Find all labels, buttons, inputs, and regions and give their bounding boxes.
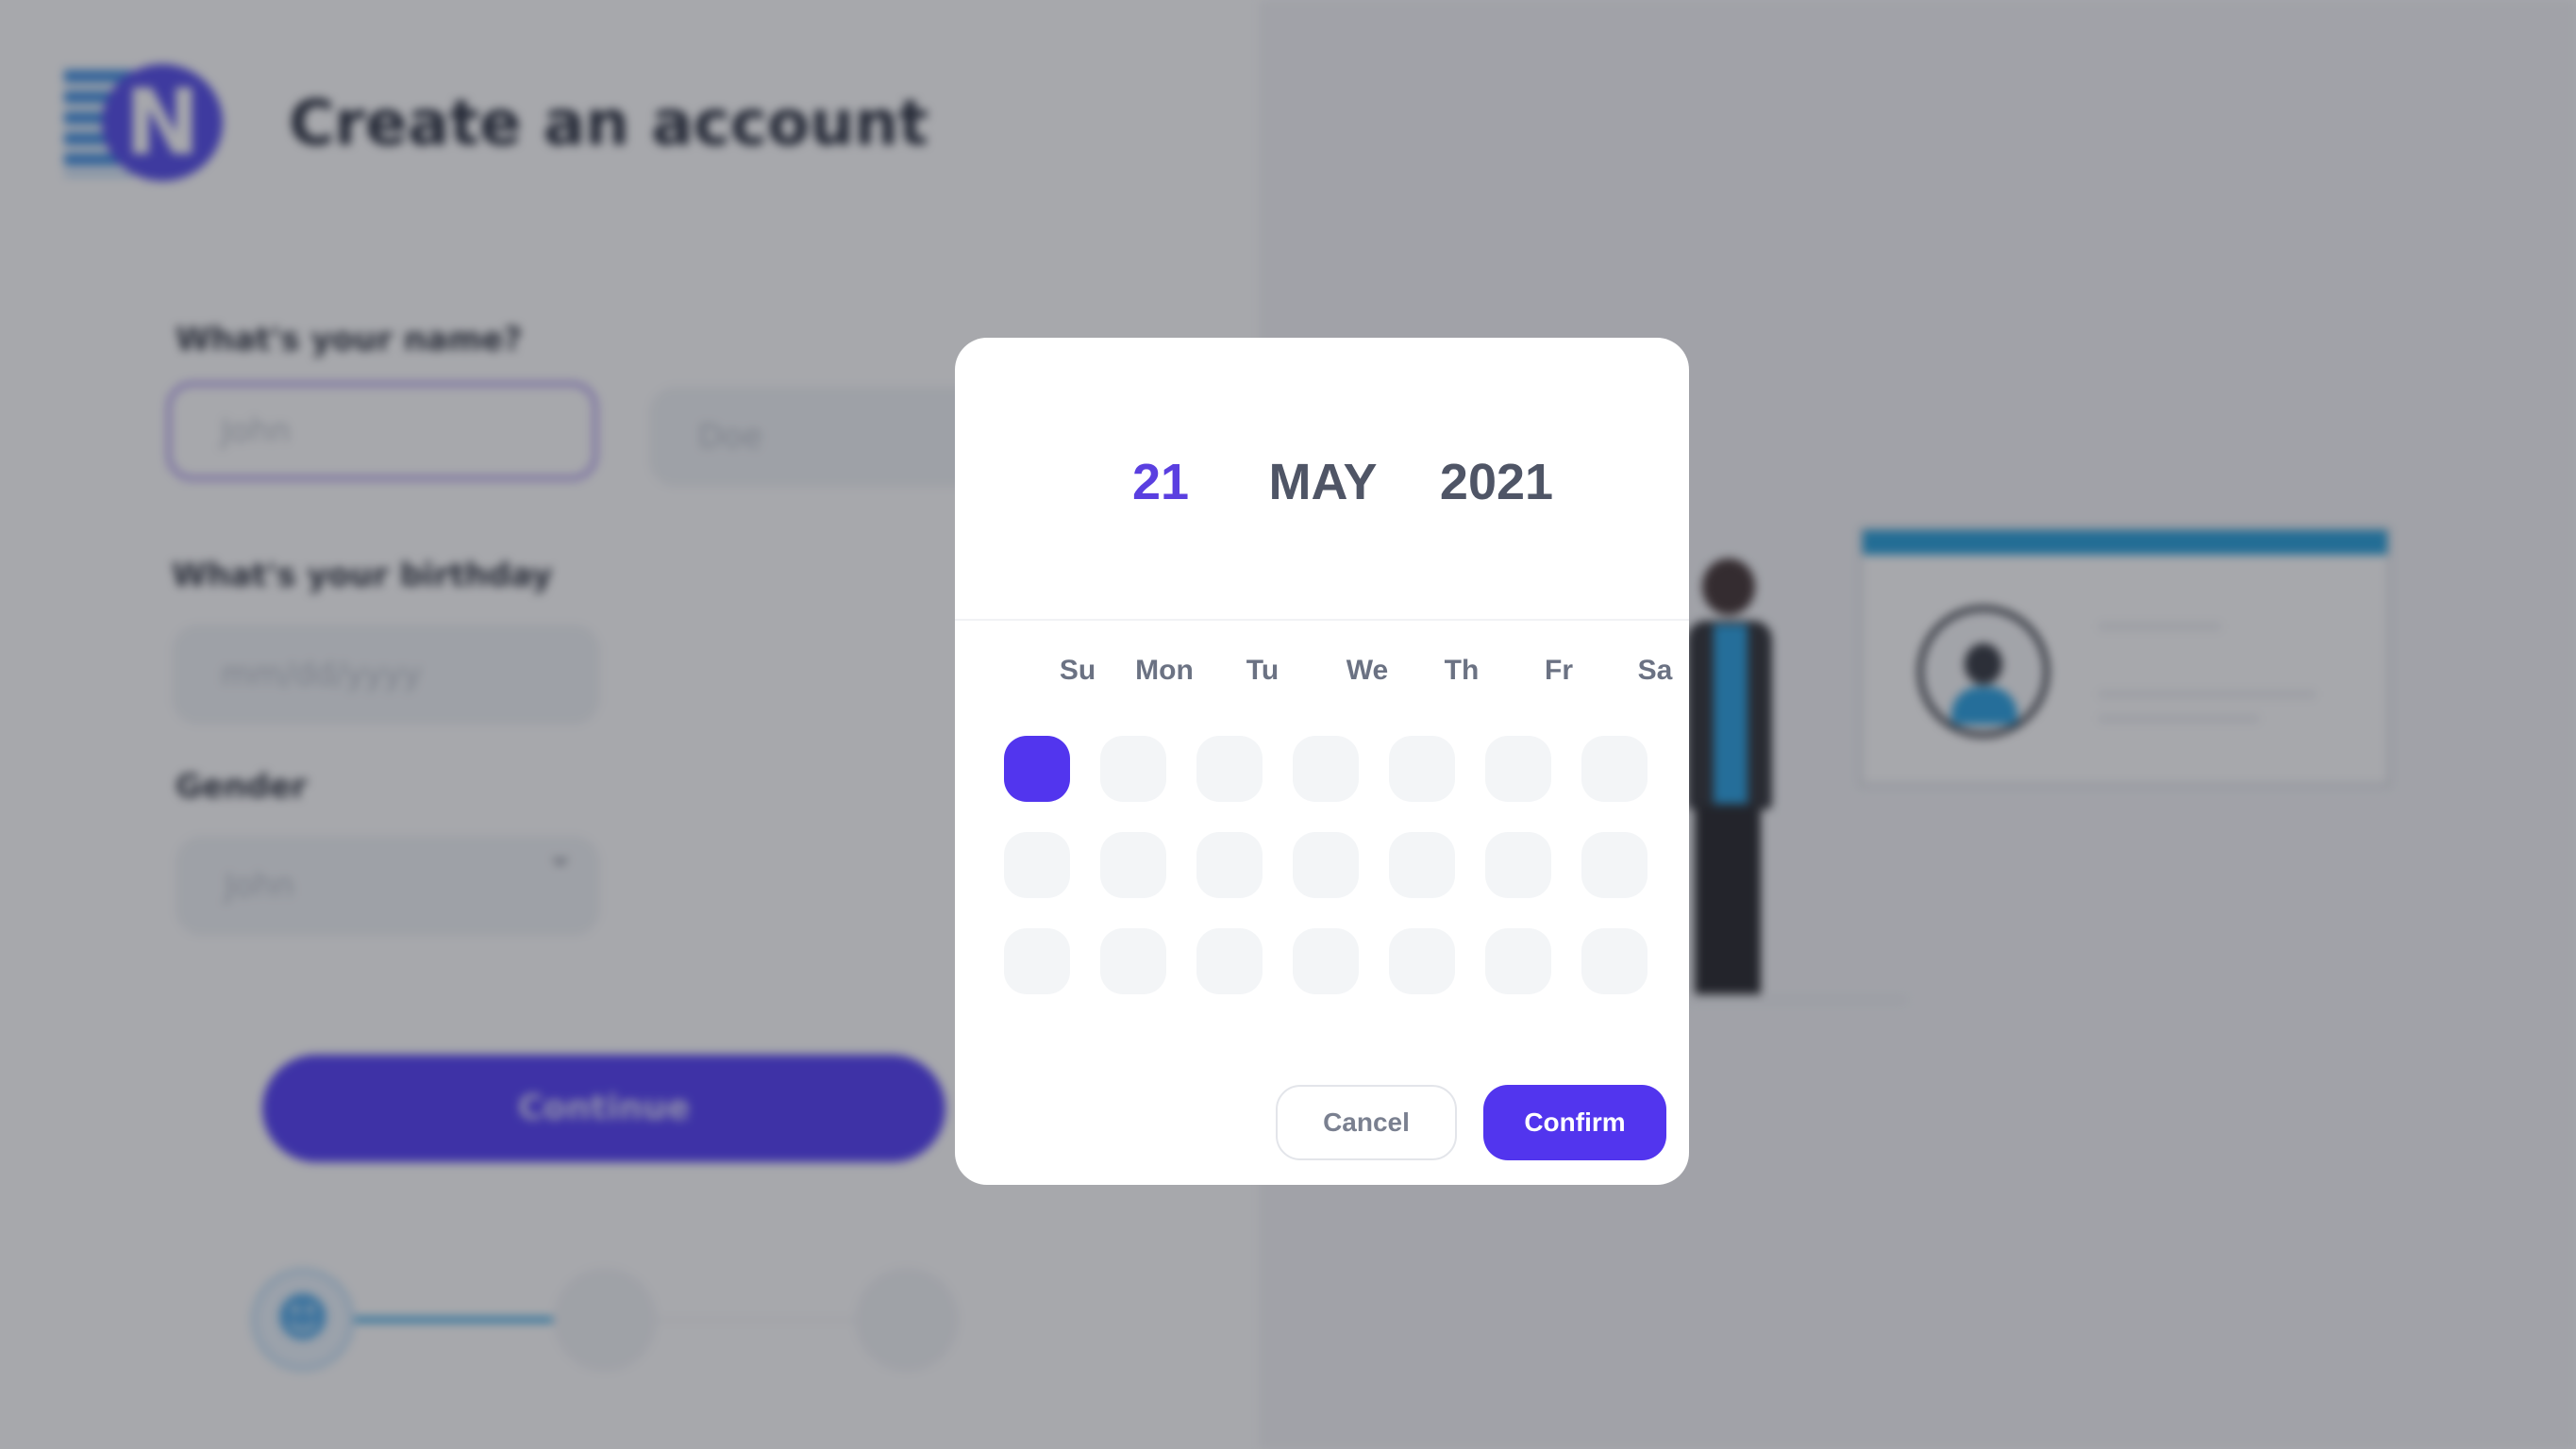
day-grid bbox=[955, 338, 1689, 1185]
day-cell[interactable] bbox=[1389, 928, 1455, 994]
day-cell[interactable] bbox=[1581, 736, 1648, 802]
day-cell[interactable] bbox=[1293, 736, 1359, 802]
day-cell[interactable] bbox=[1485, 928, 1551, 994]
day-cell[interactable] bbox=[1004, 832, 1070, 898]
day-cell[interactable] bbox=[1293, 928, 1359, 994]
day-cell[interactable] bbox=[1581, 832, 1648, 898]
day-cell[interactable] bbox=[1100, 832, 1166, 898]
day-cell[interactable] bbox=[1196, 928, 1263, 994]
day-cell[interactable] bbox=[1581, 928, 1648, 994]
day-cell[interactable] bbox=[1100, 736, 1166, 802]
day-cell[interactable] bbox=[1389, 832, 1455, 898]
day-cell[interactable] bbox=[1389, 736, 1455, 802]
day-cell-selected[interactable] bbox=[1004, 736, 1070, 802]
day-cell[interactable] bbox=[1485, 736, 1551, 802]
day-cell[interactable] bbox=[1196, 736, 1263, 802]
day-cell[interactable] bbox=[1004, 928, 1070, 994]
date-picker-modal: 21 MAY 2021 Su Mon Tu We Th Fr Sa Cancel… bbox=[955, 338, 1689, 1185]
day-cell[interactable] bbox=[1100, 928, 1166, 994]
confirm-button[interactable]: Confirm bbox=[1483, 1085, 1666, 1160]
day-cell[interactable] bbox=[1485, 832, 1551, 898]
day-cell[interactable] bbox=[1196, 832, 1263, 898]
cancel-button[interactable]: Cancel bbox=[1276, 1085, 1457, 1160]
day-cell[interactable] bbox=[1293, 832, 1359, 898]
